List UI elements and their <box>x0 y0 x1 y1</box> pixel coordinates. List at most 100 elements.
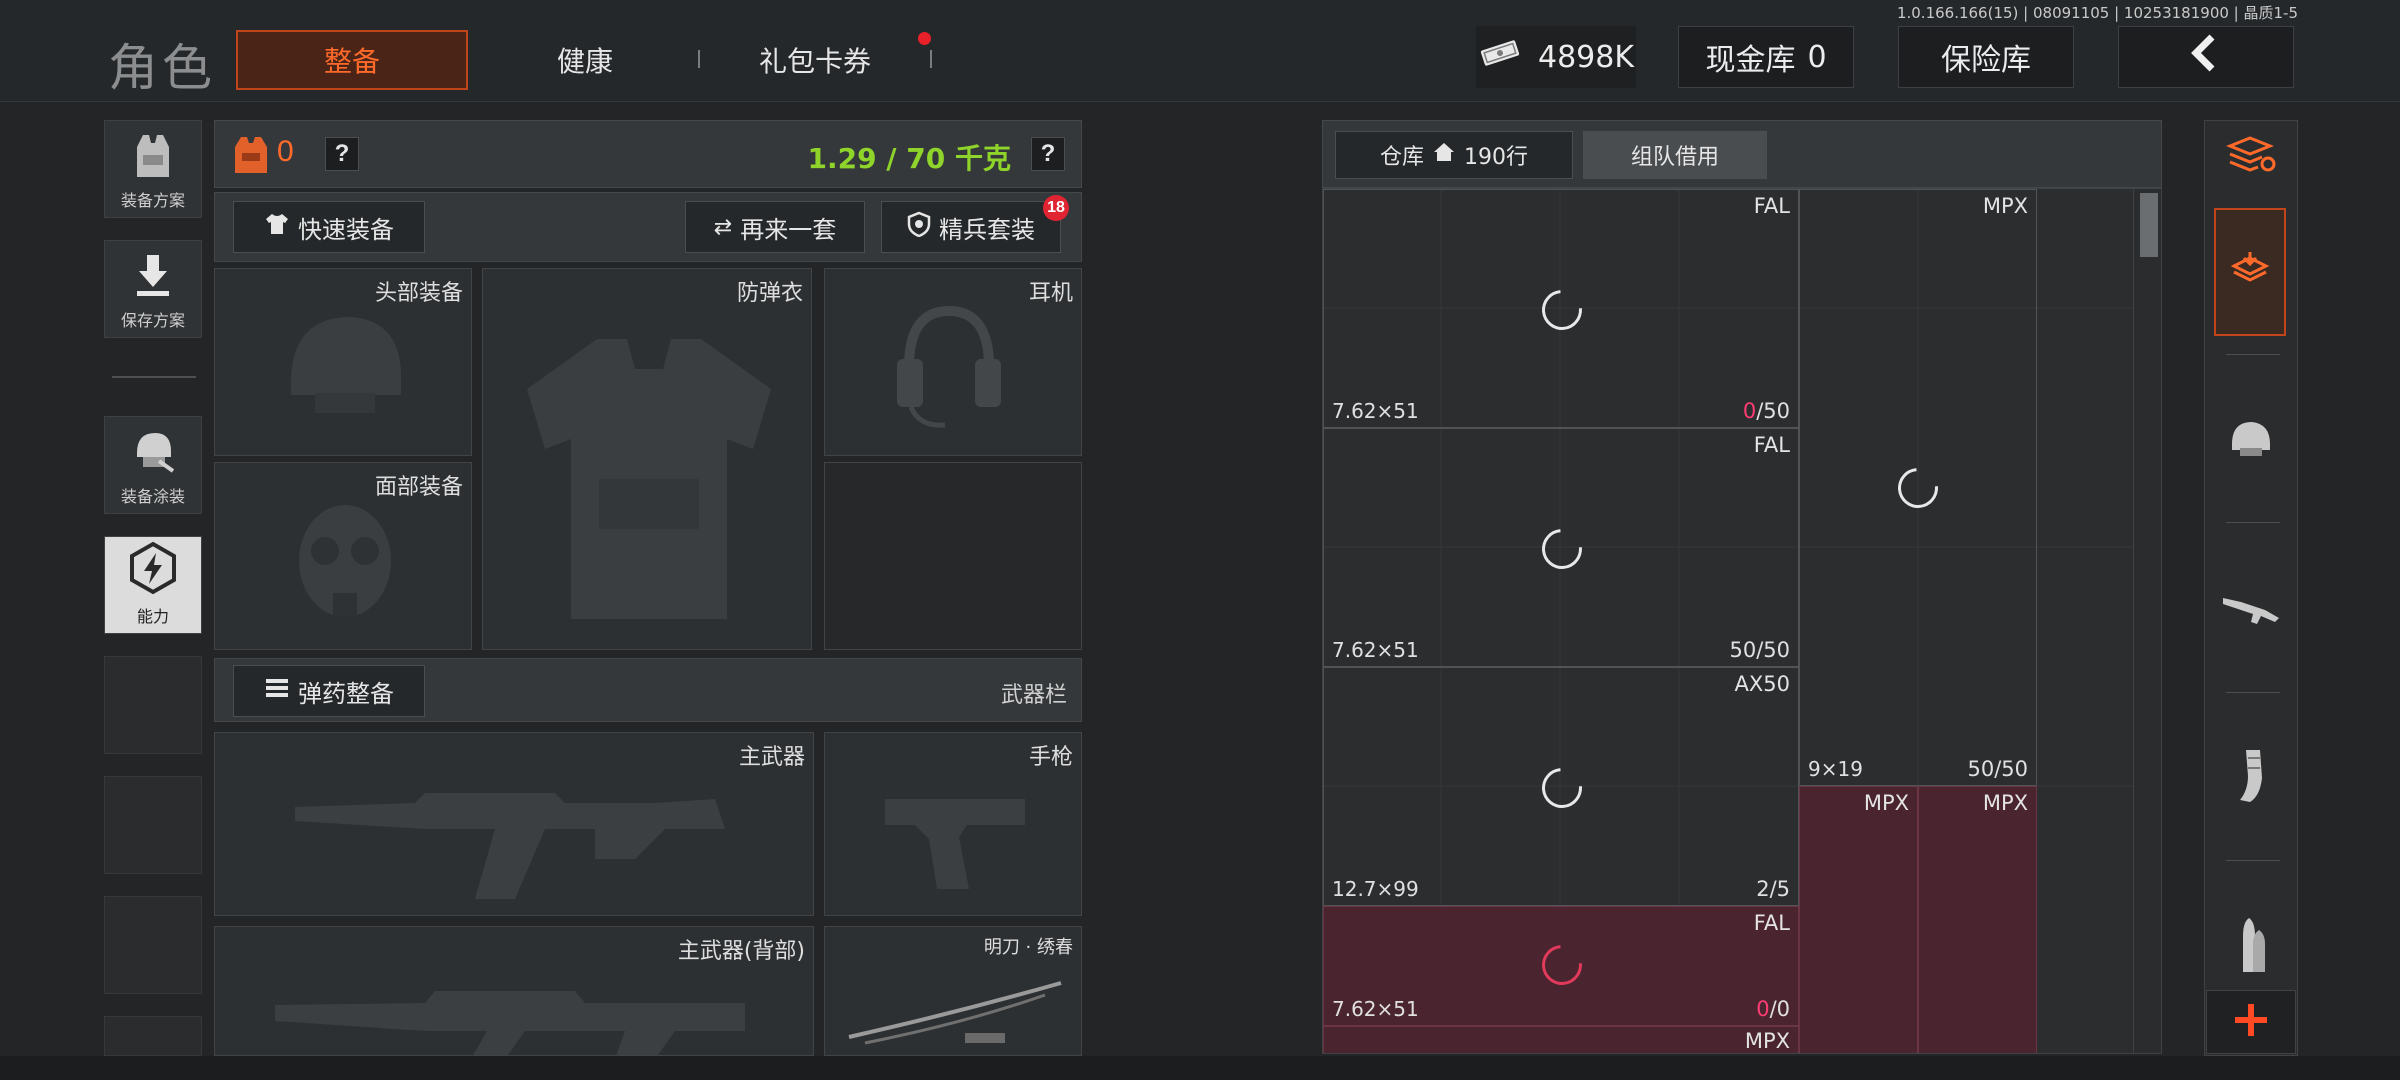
weight-value: 1.29 / 70 千克 <box>807 142 1011 175</box>
quick-actions-bar: 快速装备 ⇄ 再来一套 精兵套装 18 <box>214 192 1082 262</box>
category-divider <box>2226 522 2280 523</box>
body-armor-slot[interactable]: 防弹衣 <box>482 268 812 650</box>
item-count: 0/0 <box>1756 997 1790 1021</box>
headset-label: 耳机 <box>1028 281 1073 306</box>
item-caliber: 7.62×51 <box>1332 399 1419 423</box>
armor-help-icon[interactable]: ? <box>325 137 359 171</box>
headset-slot[interactable]: 耳机 <box>824 268 1082 456</box>
cash-stack-icon <box>1478 38 1522 76</box>
inventory-item-fal[interactable]: FAL 7.62×51 0/50 <box>1323 189 1799 428</box>
primary-weapon-slot[interactable]: 主武器 <box>214 732 814 916</box>
equipment-paint-button[interactable]: 装备涂装 <box>104 416 202 514</box>
cash-vault-button[interactable]: 现金库 0 <box>1678 26 1854 88</box>
weight-help-icon[interactable]: ? <box>1031 137 1065 171</box>
ammo-prep-button[interactable]: 弹药整备 <box>233 665 425 717</box>
ammo-prep-label: 弹药整备 <box>298 679 394 708</box>
currency-display[interactable]: 4898K <box>1476 26 1636 88</box>
armor-vest-icon <box>233 135 269 180</box>
inventory-item-mpx[interactable]: MPX 9×19 50/50 <box>1799 189 2037 786</box>
rail-divider <box>112 376 196 378</box>
melee-weapon-label: 明刀 · 绣春 <box>983 937 1073 958</box>
face-gear-slot[interactable]: 面部装备 <box>214 462 472 650</box>
item-name: MPX <box>1982 194 2028 218</box>
inventory-item-fal[interactable]: FAL 7.62×51 50/50 <box>1323 428 1799 667</box>
inventory-item-mpx[interactable]: MPX <box>1918 786 2037 1053</box>
item-name: MPX <box>1863 791 1909 815</box>
inventory-item-mpx[interactable]: MPX <box>1799 786 1918 1053</box>
item-caliber: 7.62×51 <box>1332 638 1419 662</box>
item-name: FAL <box>1753 194 1790 218</box>
inventory-item-ax50[interactable]: AX50 12.7×99 2/5 <box>1323 667 1799 906</box>
item-count: 0/50 <box>1743 399 1790 423</box>
loadout-plan-label: 装备方案 <box>120 191 185 210</box>
item-count-current: 0 <box>1742 399 1757 423</box>
add-icon <box>2233 1002 2269 1043</box>
empty-gear-slot[interactable] <box>824 462 1082 650</box>
helmet-silhouette <box>291 317 402 413</box>
elite-set-badge: 18 <box>1043 195 1069 221</box>
backpack-category-button[interactable] <box>2214 208 2286 336</box>
again-set-button[interactable]: ⇄ 再来一套 <box>685 201 865 253</box>
loading-spinner-icon <box>1533 281 1591 339</box>
safe-box-button[interactable]: 保险库 <box>1898 26 2074 88</box>
equipment-paint-label: 装备涂装 <box>120 487 185 506</box>
sword-silhouette <box>848 981 1062 1045</box>
item-count: 50/50 <box>1967 757 2028 781</box>
loading-spinner-icon <box>1533 520 1591 578</box>
cash-vault-value: 0 <box>1807 39 1827 75</box>
primary-back-weapon-slot[interactable]: 主武器(背部) <box>214 926 814 1056</box>
save-plan-label: 保存方案 <box>120 311 185 330</box>
vest-icon <box>129 133 177 183</box>
armor-count: 0 <box>277 135 294 168</box>
ability-label: 能力 <box>136 607 169 626</box>
item-name: AX50 <box>1734 672 1790 696</box>
item-count-max: /0 <box>1769 997 1790 1021</box>
download-icon <box>133 253 173 301</box>
tab-equip[interactable]: 整备 <box>236 30 468 90</box>
shield-icon <box>907 211 931 243</box>
tab-health-label: 健康 <box>556 45 613 78</box>
quick-equip-label: 快速装备 <box>298 215 394 244</box>
primary-weapon-label: 主武器 <box>738 745 805 770</box>
storage-rows-count: 190行 <box>1464 145 1528 170</box>
tab-divider <box>930 50 932 68</box>
back-button[interactable] <box>2118 26 2294 88</box>
tab-storage[interactable]: 仓库 190行 <box>1335 131 1573 179</box>
rifle-icon[interactable] <box>2216 568 2286 648</box>
all-items-icon[interactable] <box>2216 114 2286 194</box>
elite-set-button[interactable]: 精兵套装 <box>881 201 1061 253</box>
lightning-hexagon-icon <box>127 541 179 599</box>
helmet-icon[interactable] <box>2216 398 2286 478</box>
home-icon <box>1432 141 1456 169</box>
safe-box-label: 保险库 <box>1941 43 2031 78</box>
inventory-item-mpx[interactable]: MPX <box>1323 1026 1799 1053</box>
weapon-bar-label: 武器栏 <box>1000 683 1067 708</box>
magazine-icon[interactable] <box>2216 736 2286 816</box>
pistol-slot[interactable]: 手枪 <box>824 732 1082 916</box>
item-caliber: 7.62×51 <box>1332 997 1419 1021</box>
headset-silhouette <box>897 305 1001 428</box>
loadout-plan-button[interactable]: 装备方案 <box>104 120 202 218</box>
ability-button[interactable]: 能力 <box>104 536 202 634</box>
again-set-label: 再来一套 <box>740 215 837 244</box>
warehouse-scrollbar[interactable] <box>2133 189 2161 1053</box>
pistol-label: 手枪 <box>1028 745 1073 770</box>
item-caliber: 12.7×99 <box>1332 877 1419 901</box>
bullet-icon[interactable] <box>2216 906 2286 986</box>
shirt-icon <box>264 212 290 242</box>
inventory-item-fal[interactable]: FAL 7.62×51 0/0 <box>1323 906 1799 1026</box>
tab-team-borrow[interactable]: 组队借用 <box>1583 131 1767 179</box>
quick-equip-button[interactable]: 快速装备 <box>233 201 425 253</box>
head-gear-slot[interactable]: 头部装备 <box>214 268 472 456</box>
currency-value: 4898K <box>1537 39 1635 75</box>
tab-team-borrow-label: 组队借用 <box>1630 145 1719 170</box>
category-divider <box>2226 860 2280 861</box>
bottom-strip <box>0 1056 2400 1080</box>
add-category-button[interactable] <box>2206 990 2296 1054</box>
empty-rail-slot <box>104 896 202 994</box>
save-plan-button[interactable]: 保存方案 <box>104 240 202 338</box>
tab-health[interactable]: 健康 <box>500 30 670 90</box>
tab-gift-cards[interactable]: 礼包卡券 <box>720 30 910 90</box>
melee-weapon-slot[interactable]: 明刀 · 绣春 <box>824 926 1082 1056</box>
scrollbar-thumb[interactable] <box>2140 193 2158 257</box>
